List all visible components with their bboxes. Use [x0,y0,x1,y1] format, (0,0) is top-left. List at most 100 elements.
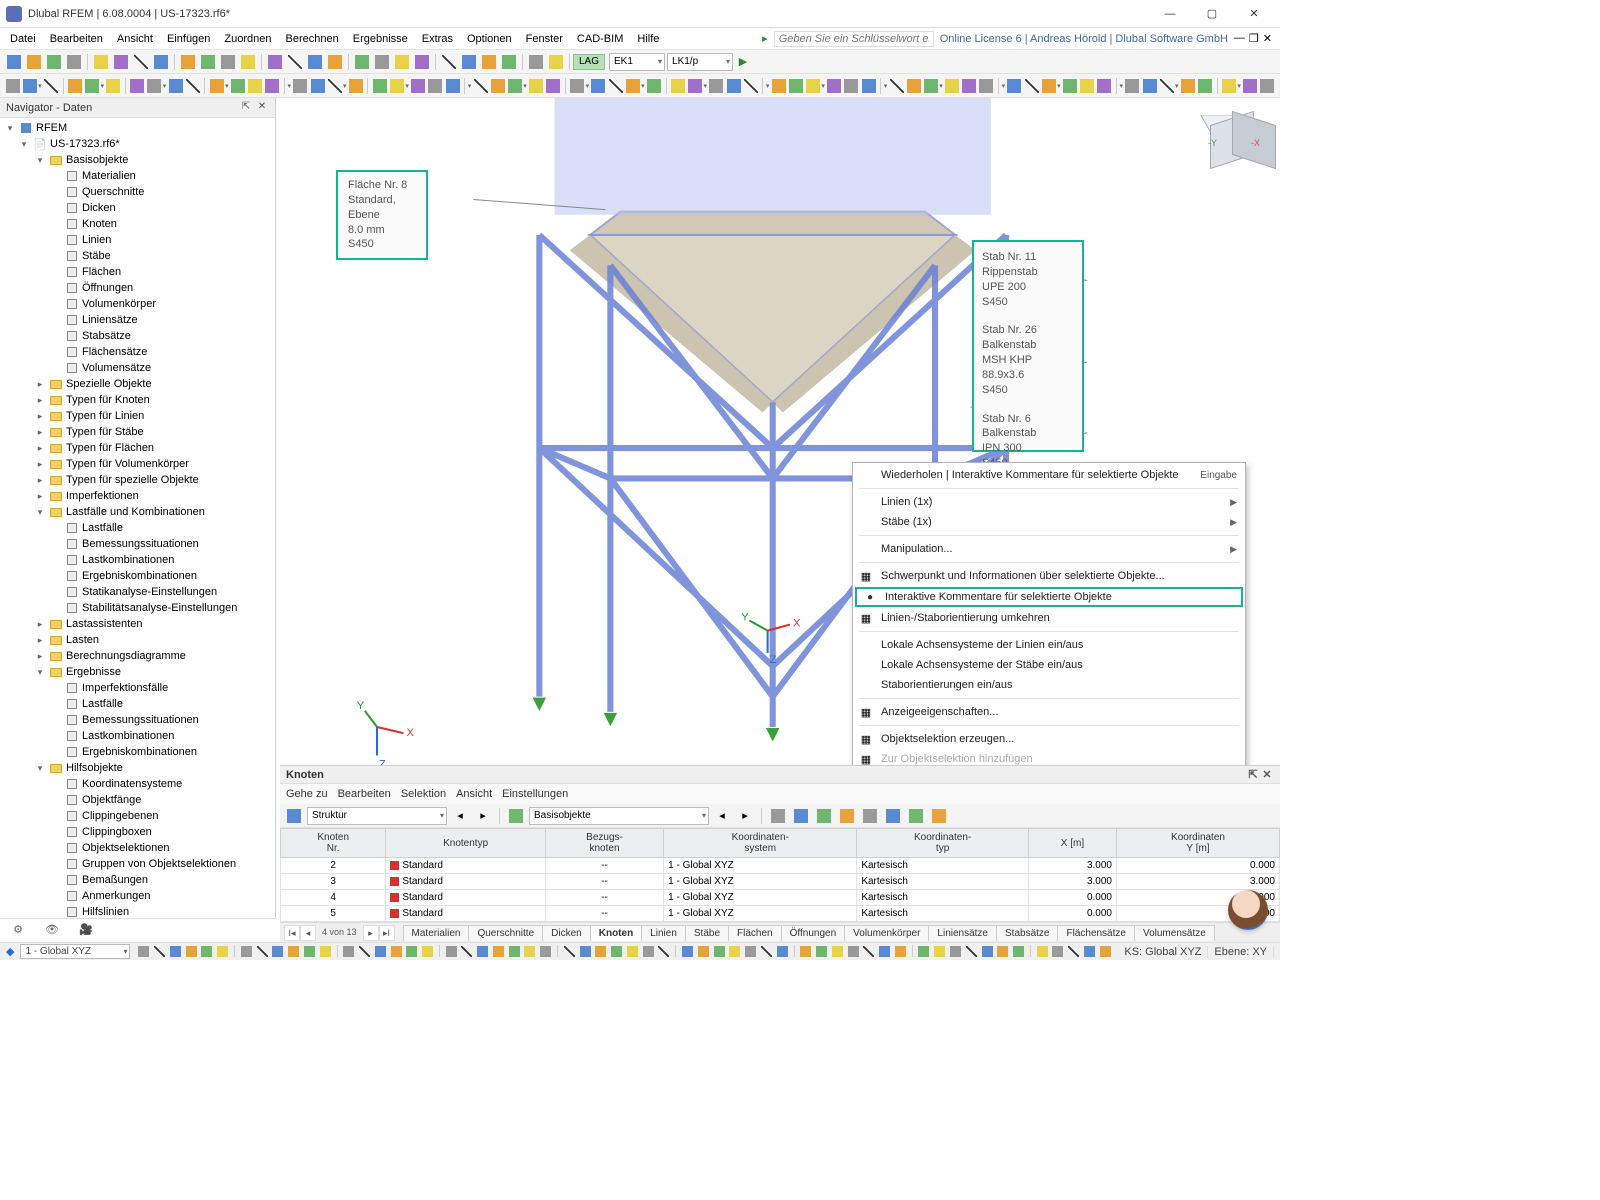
tree-group-2[interactable]: Typen für Knoten [66,394,150,406]
table-row[interactable]: 5 Standard -- 1 - Global XYZ Kartesisch … [281,906,1280,922]
tree-leaf-0-8[interactable]: Volumenkörper [82,298,156,310]
tbl-toolbtn-1[interactable] [792,807,810,825]
tree-leaf-14-2[interactable]: Clippingebenen [82,810,158,822]
tree-root[interactable]: RFEM [36,122,67,134]
filter-structure[interactable]: Struktur [307,807,447,825]
sb-btn-4[interactable] [201,945,214,959]
tb2-btn-39[interactable] [788,77,803,95]
bp-menu-Selektion[interactable]: Selektion [401,788,446,800]
cm-item-9[interactable]: Lokale Achsensysteme der Linien ein/aus [853,635,1245,655]
tb2-btn-9[interactable] [185,77,200,95]
tree-leaf-13-3[interactable]: Lastkombinationen [82,730,174,742]
tbl-toolbtn-7[interactable] [930,807,948,825]
bp-menu-Gehe zu[interactable]: Gehe zu [286,788,328,800]
tb2-btn-12[interactable] [248,77,263,95]
tb1-btn-19[interactable] [413,53,431,71]
tree-leaf-0-1[interactable]: Querschnitte [82,186,144,198]
col-header[interactable]: Bezugs-knoten [545,829,663,858]
tb2-btn-20[interactable] [411,77,426,95]
bp-tab-5[interactable]: Stäbe [685,925,729,941]
tree-leaf-14-3[interactable]: Clippingboxen [82,826,152,838]
tree-leaf-9-5[interactable]: Stabilitätsanalyse-Einstellungen [82,602,237,614]
tb2-btn-32[interactable] [646,77,661,95]
menu-bearbeiten[interactable]: Bearbeiten [44,31,109,47]
col-header[interactable]: X [m] [1028,829,1116,858]
viewcube[interactable]: -X -Y [1200,108,1264,172]
tb2-btn-1[interactable] [22,77,37,95]
tree-leaf-9-3[interactable]: Ergebniskombinationen [82,570,197,582]
tb2-btn-15[interactable] [310,77,325,95]
tree-group-7[interactable]: Typen für spezielle Objekte [66,474,199,486]
tbl-toolbtn-6[interactable] [907,807,925,825]
cm-item-11[interactable]: Staborientierungen ein/aus [853,675,1245,695]
sb-btn-53[interactable] [1036,945,1049,959]
sb-btn-37[interactable] [760,945,773,959]
tb1-btn-2[interactable] [45,53,63,71]
tree-leaf-0-0[interactable]: Materialien [82,170,136,182]
status-ks-combo[interactable]: 1 - Global XYZ [20,944,130,959]
nav2-right-icon[interactable]: ▸ [736,807,754,825]
sb-btn-35[interactable] [728,945,741,959]
sb-btn-24[interactable] [539,945,552,959]
sb-btn-51[interactable] [996,945,1009,959]
nav-left-icon[interactable]: ◂ [451,807,469,825]
tb2-btn-46[interactable] [923,77,938,95]
tb2-btn-18[interactable] [372,77,387,95]
filter-basis[interactable]: Basisobjekte [529,807,709,825]
tb2-btn-51[interactable] [1024,77,1039,95]
caret-1[interactable]: ▸ [34,379,46,390]
tb2-btn-54[interactable] [1080,77,1095,95]
tb2-btn-14[interactable] [293,77,308,95]
menu-extras[interactable]: Extras [416,31,459,47]
sb-btn-36[interactable] [744,945,757,959]
cm-redo[interactable]: Wiederholen | Interaktive Kommentare für… [853,465,1245,485]
caret-12[interactable]: ▸ [34,651,46,662]
sb-btn-32[interactable] [681,945,694,959]
tree-leaf-9-2[interactable]: Lastkombinationen [82,554,174,566]
tb1-btn-6[interactable] [132,53,150,71]
tb2-btn-17[interactable] [348,77,363,95]
tree-group-10[interactable]: Lastassistenten [66,618,142,630]
tree-leaf-0-5[interactable]: Stäbe [82,250,111,262]
tree-group-0[interactable]: Basisobjekte [66,154,128,166]
tb2-btn-13[interactable] [265,77,280,95]
combo-lk1[interactable]: LK1/p [667,53,733,71]
tb1-btn-7[interactable] [152,53,170,71]
sb-btn-57[interactable] [1099,945,1112,959]
sb-btn-6[interactable] [240,945,253,959]
tb2-btn-38[interactable] [771,77,786,95]
tb2-btn-52[interactable] [1041,77,1056,95]
tb1-btn-5[interactable] [112,53,130,71]
tree-leaf-14-7[interactable]: Anmerkungen [82,890,151,902]
sb-btn-39[interactable] [799,945,812,959]
caret-9[interactable]: ▾ [34,507,46,518]
tbl-toolbtn-4[interactable] [861,807,879,825]
tree-leaf-0-3[interactable]: Knoten [82,218,117,230]
bp-tab-1[interactable]: Querschnitte [468,925,543,941]
sb-btn-25[interactable] [563,945,576,959]
table-close-icon[interactable]: ✕ [1260,768,1274,781]
tree-leaf-0-6[interactable]: Flächen [82,266,121,278]
sb-btn-13[interactable] [358,945,371,959]
tree-leaf-9-4[interactable]: Statikanalyse-Einstellungen [82,586,217,598]
tb1-btn-15[interactable] [326,53,344,71]
tb2-btn-22[interactable] [445,77,460,95]
tb2-btn-10[interactable] [209,77,224,95]
caret-11[interactable]: ▸ [34,635,46,646]
tree-group-14[interactable]: Hilfsobjekte [66,762,123,774]
tree-group-13[interactable]: Ergebnisse [66,666,121,678]
tb2-btn-50[interactable] [1007,77,1022,95]
tb2-btn-26[interactable] [529,77,544,95]
tb2-btn-40[interactable] [805,77,820,95]
tb2-btn-25[interactable] [507,77,522,95]
sb-btn-56[interactable] [1083,945,1096,959]
sb-btn-40[interactable] [815,945,828,959]
tb2-btn-23[interactable] [473,77,488,95]
tree-group-11[interactable]: Lasten [66,634,99,646]
tb2-btn-30[interactable] [608,77,623,95]
cm-item-10[interactable]: Lokale Achsensysteme der Stäbe ein/aus [853,655,1245,675]
sb-btn-17[interactable] [421,945,434,959]
tb2-btn-4[interactable] [85,77,100,95]
minimize-button[interactable]: — [1150,2,1190,26]
tb2-btn-36[interactable] [726,77,741,95]
